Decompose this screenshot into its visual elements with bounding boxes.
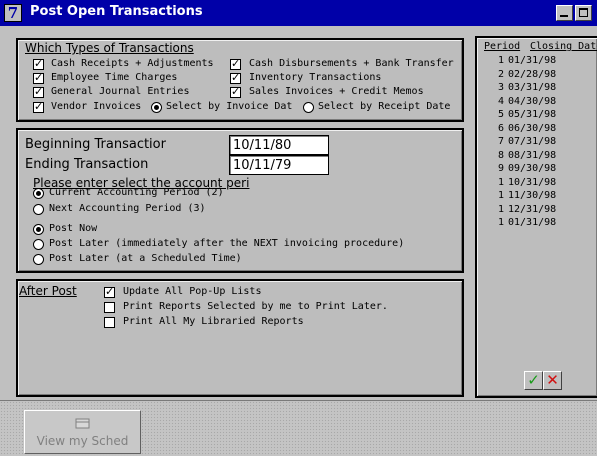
cash-disbursements-label: Cash Disbursements + Bank Transfer	[249, 58, 454, 69]
period-number: 2	[497, 68, 504, 80]
closing-date: 11/30/98	[508, 190, 557, 201]
period-column-header: Period	[484, 41, 521, 52]
current-period-radio[interactable]	[33, 188, 44, 199]
print-libraried-checkbox[interactable]	[104, 317, 115, 328]
vendor-invoices-label: Vendor Invoices	[51, 101, 142, 112]
period-number: 1	[497, 190, 504, 201]
period-number: 4	[497, 95, 504, 107]
maximize-button[interactable]	[575, 5, 592, 21]
transaction-types-heading: Which Types of Transactions	[25, 41, 194, 55]
update-lists-label: Update All Pop-Up Lists	[123, 286, 262, 297]
beginning-transaction-label: Beginning Transactior	[25, 137, 166, 152]
employee-time-checkbox[interactable]	[33, 71, 44, 84]
print-selected-label: Print Reports Selected by me to Print La…	[123, 301, 388, 312]
period-number: 6	[497, 122, 504, 134]
closing-date: 05/31/98	[508, 109, 557, 120]
next-period-radio[interactable]	[33, 204, 44, 215]
next-period-label: Next Accounting Period (3)	[49, 203, 206, 214]
period-number: 8	[497, 149, 504, 161]
inventory-label: Inventory Transactions	[249, 72, 382, 83]
periods-panel: Period Closing Date 1 01/31/98 2 02/28/98 3 0…	[475, 36, 597, 398]
cancel-button[interactable]: ✕	[543, 371, 562, 390]
current-period-label: Current Accounting Period (2)	[49, 187, 224, 198]
receipt-date-radio[interactable]	[303, 102, 314, 113]
general-journal-checkbox[interactable]	[33, 85, 44, 98]
period-number: 1	[497, 217, 504, 228]
ok-button[interactable]: ✓	[524, 371, 543, 390]
minimize-button[interactable]	[556, 5, 573, 21]
period-number: 3	[497, 82, 504, 93]
general-journal-label: General Journal Entries	[51, 86, 190, 97]
view-schedule-label: View my Sched	[36, 434, 129, 448]
closing-date: 08/31/98	[508, 149, 557, 161]
closing-date: 10/31/98	[508, 176, 557, 188]
period-number: 1	[497, 176, 504, 188]
invoice-date-label: Select by Invoice Dat	[166, 101, 293, 112]
vendor-invoices-checkbox[interactable]	[33, 100, 44, 113]
receipt-date-label: Select by Receipt Date	[318, 101, 451, 112]
employee-time-label: Employee Time Charges	[51, 72, 178, 83]
cash-receipts-label: Cash Receipts + Adjustments	[51, 58, 214, 69]
post-now-radio[interactable]	[33, 224, 44, 235]
closing-date: 02/28/98	[508, 68, 557, 80]
after-post-heading: After Post	[19, 284, 77, 298]
post-later-next-label: Post Later (immediately after the NEXT i…	[49, 238, 405, 249]
invoice-date-radio[interactable]	[151, 102, 162, 113]
period-number: 1	[497, 203, 504, 215]
posting-options-panel: Beginning Transactior 10/11/80 Ending Tr…	[16, 128, 464, 273]
update-lists-checkbox[interactable]	[104, 285, 115, 298]
closing-date: 01/31/98	[508, 217, 557, 228]
maximize-icon	[579, 8, 588, 17]
closing-date: 03/31/98	[508, 82, 557, 93]
period-number: 5	[497, 109, 504, 120]
period-number: 1	[497, 55, 504, 66]
beginning-transaction-input[interactable]: 10/11/80	[229, 135, 329, 155]
title-bar[interactable]: 7 Post Open Transactions	[0, 0, 597, 26]
sales-invoices-label: Sales Invoices + Credit Memos	[249, 86, 424, 97]
cash-disbursements-checkbox[interactable]	[230, 57, 241, 70]
inventory-checkbox[interactable]	[230, 71, 241, 84]
closing-date: 07/31/98	[508, 136, 557, 147]
period-number: 7	[497, 136, 504, 147]
transaction-types-panel: Which Types of Transactions Cash Receipt…	[16, 38, 464, 122]
closing-date: 06/30/98	[508, 122, 557, 134]
print-selected-checkbox[interactable]	[104, 302, 115, 313]
minimize-icon	[560, 15, 568, 17]
ending-transaction-input[interactable]: 10/11/79	[229, 155, 329, 175]
calendar-icon	[75, 418, 89, 429]
after-post-panel: After Post Update All Pop-Up Lists Print…	[16, 279, 464, 397]
checkmark-icon: ✓	[527, 371, 540, 389]
window-title: Post Open Transactions	[30, 4, 203, 19]
post-later-scheduled-radio[interactable]	[33, 254, 44, 265]
closing-date: 09/30/98	[508, 163, 557, 174]
ending-transaction-label: Ending Transaction	[25, 157, 149, 172]
view-schedule-button[interactable]: View my Sched	[24, 410, 141, 454]
closing-date: 04/30/98	[508, 95, 557, 107]
cash-receipts-checkbox[interactable]	[33, 57, 44, 70]
post-later-next-radio[interactable]	[33, 239, 44, 250]
closing-date: 01/31/98	[508, 55, 557, 66]
app-icon: 7	[4, 4, 22, 22]
closing-date-column-header: Closing Date	[530, 41, 597, 52]
post-now-label: Post Now	[49, 223, 98, 234]
print-libraried-label: Print All My Libraried Reports	[123, 316, 304, 327]
period-number: 9	[497, 163, 504, 174]
post-later-scheduled-label: Post Later (at a Scheduled Time)	[49, 253, 242, 264]
closing-date: 12/31/98	[508, 203, 557, 215]
sales-invoices-checkbox[interactable]	[230, 85, 241, 98]
close-icon: ✕	[546, 371, 559, 389]
